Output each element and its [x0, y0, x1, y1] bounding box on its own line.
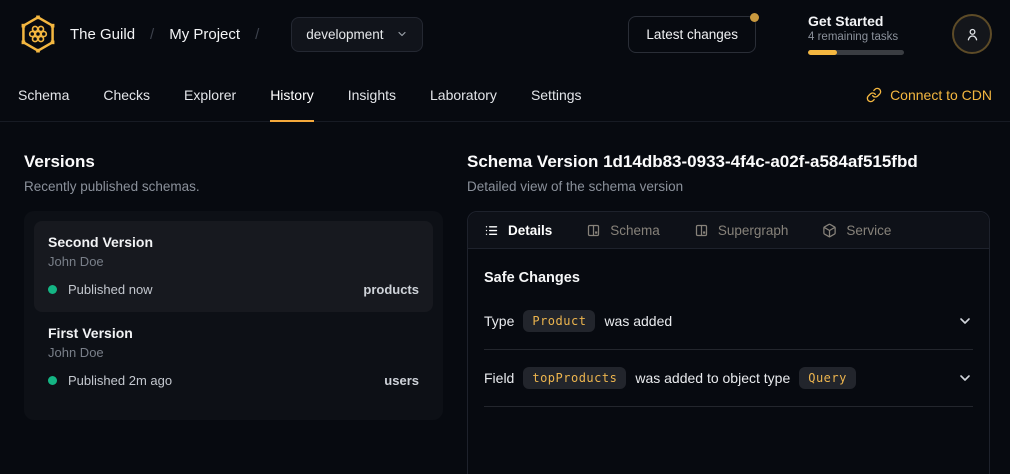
change-text-segment: was added — [604, 313, 672, 329]
tab-service-label: Service — [846, 223, 891, 238]
tab-schema-label: Schema — [610, 223, 660, 238]
latest-changes-button[interactable]: Latest changes — [628, 16, 756, 53]
list-icon — [484, 223, 499, 238]
schema-version-subtitle: Detailed view of the schema version — [467, 179, 990, 194]
type-name-badge: Product — [523, 310, 595, 332]
link-icon — [866, 87, 882, 103]
tab-explorer[interactable]: Explorer — [184, 68, 236, 122]
field-name-badge: topProducts — [523, 367, 626, 389]
breadcrumb-project[interactable]: My Project — [169, 26, 240, 43]
cube-icon — [822, 223, 837, 238]
tab-supergraph-label: Supergraph — [718, 223, 789, 238]
tab-checks[interactable]: Checks — [103, 68, 150, 122]
change-text-segment: Type — [484, 313, 514, 329]
tab-supergraph[interactable]: Supergraph — [694, 223, 789, 238]
version-list-item[interactable]: Second Version John Doe Published now pr… — [34, 221, 433, 312]
service-name: users — [384, 373, 419, 388]
version-author: John Doe — [48, 254, 419, 269]
published-dot-icon — [48, 285, 57, 294]
change-description: Field topProducts was added to object ty… — [484, 367, 856, 389]
version-list-item[interactable]: First Version John Doe Published 2m ago … — [34, 312, 433, 403]
hive-logo-icon[interactable] — [18, 14, 58, 54]
nav-tabs: Schema Checks Explorer History Insights … — [18, 68, 582, 121]
target-selector-dropdown[interactable]: development — [291, 17, 422, 52]
user-avatar[interactable] — [952, 14, 992, 54]
user-icon — [964, 26, 981, 43]
main-nav: Schema Checks Explorer History Insights … — [0, 68, 1010, 122]
nav-spacer — [582, 68, 867, 121]
get-started-title: Get Started — [808, 13, 904, 29]
connect-to-cdn-button[interactable]: Connect to CDN — [866, 68, 992, 121]
change-text-segment: was added to object type — [635, 370, 790, 386]
safe-changes-title: Safe Changes — [484, 270, 973, 286]
breadcrumb-org[interactable]: The Guild — [70, 26, 135, 43]
versions-list: Second Version John Doe Published now pr… — [24, 211, 443, 420]
tab-schema[interactable]: Schema — [18, 68, 69, 122]
notification-dot — [750, 13, 759, 22]
change-description: Type Product was added — [484, 310, 672, 332]
version-status-row: Published 2m ago users — [48, 373, 419, 388]
app-header: The Guild / My Project / development Lat… — [0, 0, 1010, 68]
connect-to-cdn-label: Connect to CDN — [890, 87, 992, 103]
tab-service[interactable]: Service — [822, 223, 891, 238]
schema-version-title: Schema Version 1d14db83-0933-4f4c-a02f-a… — [467, 152, 990, 172]
chevron-down-icon — [396, 28, 408, 40]
detail-tabs: Details Schema Supergraph — [468, 212, 989, 249]
published-label: Published now — [68, 282, 153, 297]
tab-schema-sdl[interactable]: Schema — [586, 223, 660, 238]
get-started-tasks: 4 remaining tasks — [808, 31, 904, 43]
tab-history[interactable]: History — [270, 68, 314, 122]
type-name-badge: Query — [799, 367, 856, 389]
main-content: Versions Recently published schemas. Sec… — [0, 122, 1010, 474]
progress-fill — [808, 50, 837, 55]
latest-changes-label: Latest changes — [646, 27, 738, 42]
details-content: Safe Changes Type Product was added Fiel… — [468, 270, 989, 407]
versions-title: Versions — [24, 152, 443, 172]
breadcrumb-separator: / — [150, 26, 154, 43]
change-text-segment: Field — [484, 370, 514, 386]
get-started-widget[interactable]: Get Started 4 remaining tasks — [808, 13, 904, 55]
version-status-row: Published now products — [48, 282, 419, 297]
change-row[interactable]: Type Product was added — [484, 293, 973, 350]
tab-settings[interactable]: Settings — [531, 68, 582, 122]
published-dot-icon — [48, 376, 57, 385]
change-row[interactable]: Field topProducts was added to object ty… — [484, 350, 973, 407]
chevron-down-icon — [957, 313, 973, 329]
version-author: John Doe — [48, 345, 419, 360]
chevron-down-icon — [957, 370, 973, 386]
versions-panel: Versions Recently published schemas. Sec… — [0, 122, 467, 474]
columns-icon — [586, 223, 601, 238]
target-selector-value: development — [306, 27, 383, 42]
version-title: Second Version — [48, 234, 419, 250]
schema-version-panel: Schema Version 1d14db83-0933-4f4c-a02f-a… — [467, 122, 1010, 474]
get-started-progress-track — [808, 50, 904, 55]
columns-icon — [694, 223, 709, 238]
tab-laboratory[interactable]: Laboratory — [430, 68, 497, 122]
breadcrumb-separator: / — [255, 26, 259, 43]
changes-list: Type Product was added Field topProducts… — [484, 293, 973, 407]
tab-details-label: Details — [508, 223, 552, 238]
schema-version-card: Details Schema Supergraph — [467, 211, 990, 474]
versions-subtitle: Recently published schemas. — [24, 179, 443, 194]
tab-details[interactable]: Details — [484, 223, 552, 238]
service-name: products — [363, 282, 419, 297]
tab-insights[interactable]: Insights — [348, 68, 396, 122]
published-label: Published 2m ago — [68, 373, 172, 388]
version-title: First Version — [48, 325, 419, 341]
